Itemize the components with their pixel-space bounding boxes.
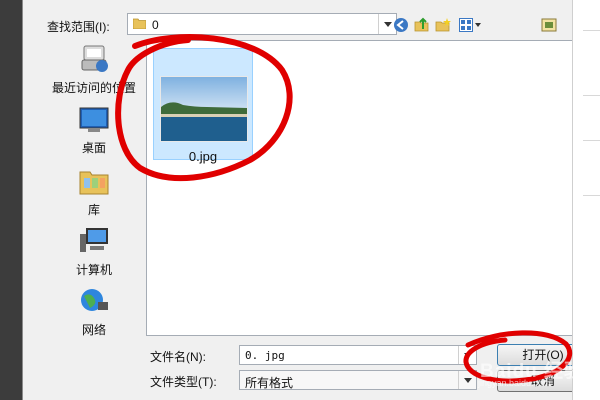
up-folder-button[interactable] <box>412 15 432 35</box>
look-in-combo[interactable]: 0 <box>127 13 397 35</box>
place-network[interactable]: 网络 <box>48 286 140 338</box>
place-label: 桌面 <box>81 141 106 155</box>
file-name-value: 0. jpg <box>245 349 285 362</box>
place-recent[interactable]: 最近访问的位置 <box>48 44 140 96</box>
file-type-select[interactable]: 所有格式 <box>239 370 477 390</box>
file-name-label: 文件名(N): <box>150 350 206 364</box>
current-folder-text: 0 <box>152 18 159 32</box>
place-desktop[interactable]: 桌面 <box>48 106 140 156</box>
file-type-value: 所有格式 <box>245 376 294 390</box>
place-label: 最近访问的位置 <box>51 81 136 95</box>
new-folder-button[interactable] <box>433 15 453 35</box>
chevron-down-icon[interactable] <box>458 371 476 389</box>
watermark-url: jingyan.baidu.com <box>478 378 551 388</box>
view-menu-icon <box>459 18 481 32</box>
image-thumbnail <box>160 76 248 142</box>
file-type-label: 文件类型(T): <box>150 375 217 389</box>
network-icon <box>81 289 108 311</box>
file-name-input[interactable]: 0. jpg <box>239 345 477 365</box>
preview-pane-button[interactable] <box>539 15 559 35</box>
back-arrow-icon <box>394 18 408 32</box>
background-window-edge <box>572 0 600 400</box>
desktop-icon <box>79 107 109 132</box>
preview-pane-icon <box>541 18 557 32</box>
look-in-label: 查找范围(I): <box>47 20 110 34</box>
chevron-down-icon[interactable] <box>458 346 476 364</box>
computer-icon <box>80 228 108 252</box>
places-bar: 最近访问的位置 桌面 库 计算机 网络 <box>48 40 140 338</box>
up-folder-icon <box>414 17 429 32</box>
place-libraries[interactable]: 库 <box>48 166 140 218</box>
file-name: 0.jpg <box>188 149 218 164</box>
place-label: 计算机 <box>75 263 112 277</box>
recent-places-icon <box>81 45 108 72</box>
new-folder-icon <box>435 18 451 32</box>
view-menu-button[interactable] <box>457 15 483 35</box>
file-item[interactable]: 0.jpg <box>153 48 253 164</box>
place-label: 网络 <box>81 323 106 337</box>
place-computer[interactable]: 计算机 <box>48 226 140 278</box>
back-button[interactable] <box>391 15 411 35</box>
place-label: 库 <box>87 203 100 217</box>
open-file-dialog: 查找范围(I): 0 最近访问的位置 桌面 库 计算机 网络 0.jpg 文件名… <box>22 0 591 400</box>
file-list-area[interactable]: 0.jpg <box>146 40 591 336</box>
libraries-icon <box>79 171 109 195</box>
folder-icon <box>133 18 146 29</box>
